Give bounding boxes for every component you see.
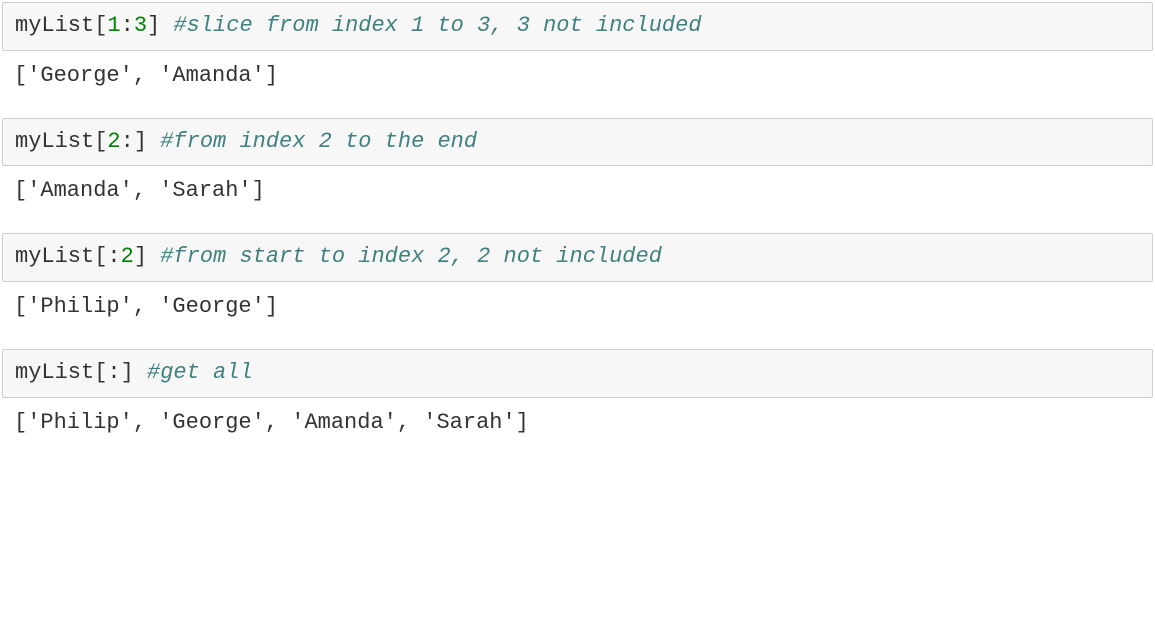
code-colon: : (121, 129, 134, 154)
code-variable: myList (15, 360, 94, 385)
code-input[interactable]: myList[:] #get all (2, 349, 1153, 398)
code-output: ['Amanda', 'Sarah'] (2, 166, 1153, 213)
code-variable: myList (15, 129, 94, 154)
code-bracket-open: [ (94, 129, 107, 154)
code-input[interactable]: myList[:2] #from start to index 2, 2 not… (2, 233, 1153, 282)
code-number-start: 1 (107, 13, 120, 38)
code-input[interactable]: myList[1:3] #slice from index 1 to 3, 3 … (2, 2, 1153, 51)
code-cell: myList[:2] #from start to index 2, 2 not… (2, 233, 1153, 329)
code-bracket-open: [ (94, 244, 107, 269)
code-number-end: 3 (134, 13, 147, 38)
code-bracket-open: [ (94, 13, 107, 38)
code-bracket-close: ] (121, 360, 147, 385)
code-colon: : (107, 360, 120, 385)
code-cell: myList[:] #get all ['Philip', 'George', … (2, 349, 1153, 445)
code-comment: #from start to index 2, 2 not included (160, 244, 662, 269)
code-number-end: 2 (121, 244, 134, 269)
code-bracket-close: ] (134, 244, 160, 269)
code-bracket-close: ] (147, 13, 173, 38)
code-colon: : (121, 13, 134, 38)
code-input[interactable]: myList[2:] #from index 2 to the end (2, 118, 1153, 167)
code-cell: myList[1:3] #slice from index 1 to 3, 3 … (2, 2, 1153, 98)
code-variable: myList (15, 13, 94, 38)
code-number-start: 2 (107, 129, 120, 154)
code-variable: myList (15, 244, 94, 269)
code-cell: myList[2:] #from index 2 to the end ['Am… (2, 118, 1153, 214)
code-output: ['Philip', 'George'] (2, 282, 1153, 329)
code-comment: #slice from index 1 to 3, 3 not included (173, 13, 701, 38)
code-colon: : (107, 244, 120, 269)
code-comment: #from index 2 to the end (160, 129, 477, 154)
code-output: ['George', 'Amanda'] (2, 51, 1153, 98)
code-output: ['Philip', 'George', 'Amanda', 'Sarah'] (2, 398, 1153, 445)
code-bracket-close: ] (134, 129, 160, 154)
code-comment: #get all (147, 360, 253, 385)
code-bracket-open: [ (94, 360, 107, 385)
